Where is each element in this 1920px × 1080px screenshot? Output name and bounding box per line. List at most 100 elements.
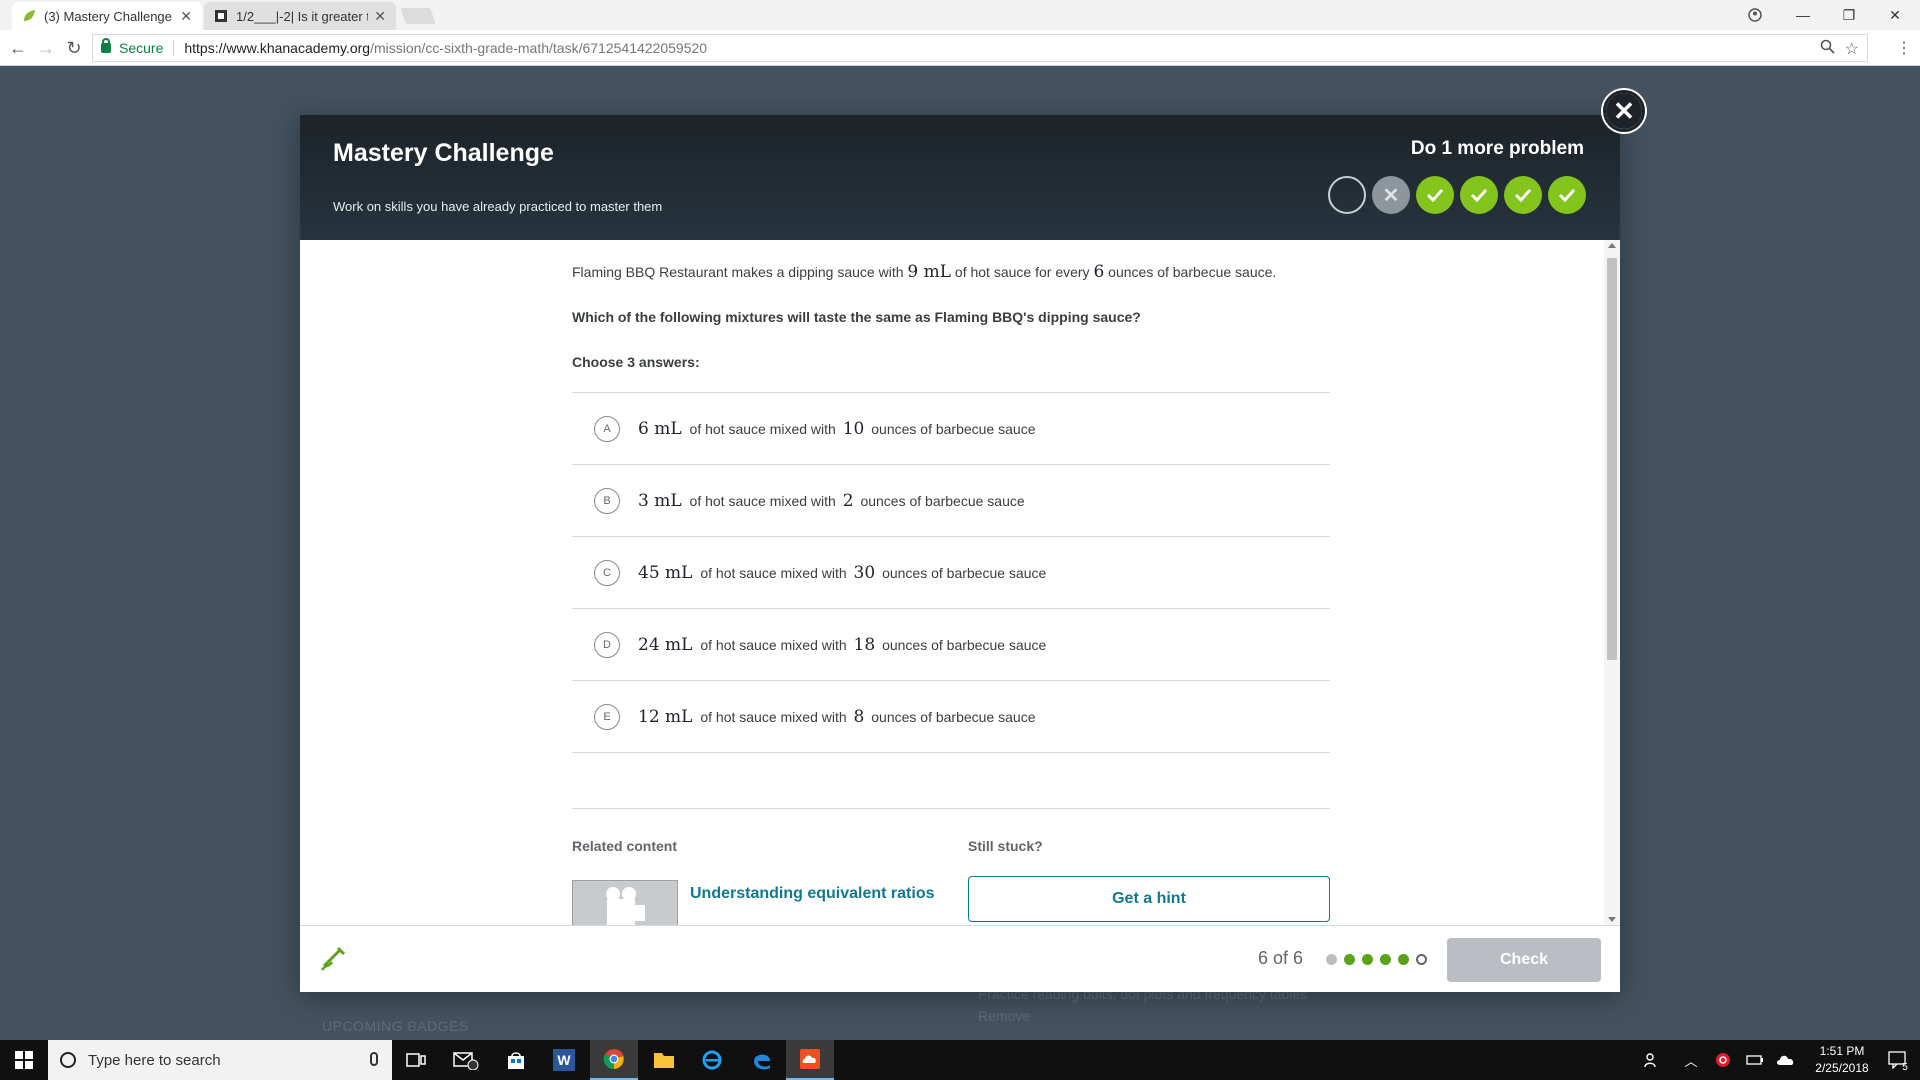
internet-explorer-icon[interactable] <box>688 1040 736 1080</box>
question-part: of hot sauce for every <box>954 264 1090 280</box>
profile-icon[interactable] <box>1732 0 1778 30</box>
task-view-icon[interactable] <box>392 1040 440 1080</box>
question-text: Flaming BBQ Restaurant makes a dipping s… <box>572 262 1276 282</box>
clock-date: 2/25/2018 <box>1815 1061 1869 1075</box>
modal-subtitle: Work on skills you have already practice… <box>333 199 663 214</box>
choice-oz: 8 <box>853 706 865 727</box>
question-part: Flaming BBQ Restaurant makes a dipping s… <box>572 264 904 280</box>
onedrive-cloud-icon[interactable] <box>1774 1040 1798 1080</box>
restore-icon[interactable]: ❐ <box>1826 0 1872 30</box>
lock-icon <box>101 38 111 53</box>
minimize-icon[interactable]: — <box>1780 0 1826 30</box>
url-host: https://www.khanacademy.org <box>184 40 371 56</box>
secure-label: Secure <box>119 40 164 56</box>
related-video-link[interactable]: Understanding equivalent ratios <box>690 885 934 903</box>
url-field[interactable]: Secure https://www.khanacademy.org/missi… <box>92 34 1868 62</box>
browser-menu-icon[interactable]: ⋮ <box>1896 38 1912 58</box>
address-bar: ← → ↻ Secure https://www.khanacademy.org… <box>0 30 1920 66</box>
omnibox-actions: ☆ <box>1820 39 1859 59</box>
scratchpad-pencil-icon[interactable] <box>318 944 348 974</box>
choice-oz: 2 <box>842 490 854 511</box>
brainly-icon <box>214 9 228 23</box>
choice-ml: 24 mL <box>638 634 693 655</box>
answer-choice-e[interactable]: E 12 mL of hot sauce mixed with 8 ounces… <box>572 681 1330 753</box>
scroll-thumb[interactable] <box>1607 258 1617 660</box>
choice-mid: of hot sauce mixed with <box>689 420 836 437</box>
progress-circles: ✕ <box>1328 176 1586 214</box>
new-tab-button[interactable] <box>400 8 436 24</box>
tab-title: 1/2___|-2| Is it greater tha <box>236 8 368 24</box>
window-close-icon[interactable]: ✕ <box>1872 0 1918 30</box>
modal-body: Flaming BBQ Restaurant makes a dipping s… <box>300 240 1620 925</box>
store-icon[interactable] <box>492 1040 540 1080</box>
beats-icon[interactable] <box>1712 1040 1734 1080</box>
battery-icon[interactable] <box>1744 1040 1766 1080</box>
reload-icon[interactable]: ↻ <box>62 36 86 60</box>
choice-tail: ounces of barbecue sauce <box>860 492 1025 509</box>
camera-body <box>607 899 635 925</box>
choice-mid: of hot sauce mixed with <box>700 636 847 653</box>
scroll-up-icon[interactable] <box>1608 243 1616 248</box>
modal-close-button[interactable]: ✕ <box>1603 90 1645 132</box>
tab-absolute-value[interactable]: 1/2___|-2| Is it greater tha ✕ <box>204 2 396 30</box>
problem-dot <box>1344 954 1355 965</box>
check-button[interactable]: Check <box>1447 938 1601 982</box>
choice-text: 12 mL of hot sauce mixed with 8 ounces o… <box>638 707 1035 727</box>
background-remove-link: Remove <box>978 1008 1031 1024</box>
answer-choice-c[interactable]: C 45 mL of hot sauce mixed with 30 ounce… <box>572 537 1330 609</box>
tab-mastery-challenge[interactable]: (3) Mastery Challenge | D ✕ <box>12 2 202 30</box>
mastery-challenge-modal: Mastery Challenge Work on skills you hav… <box>300 115 1620 992</box>
modal-scrollbar[interactable] <box>1604 240 1620 925</box>
secure-indicator[interactable]: Secure <box>101 38 164 56</box>
question-math: 9 mL <box>907 262 952 282</box>
cortana-icon <box>60 1052 76 1068</box>
choice-letter: C <box>594 559 620 586</box>
problem-dots <box>1326 954 1427 965</box>
windows-start-icon[interactable] <box>0 1040 48 1080</box>
tray-chevron-up-icon[interactable]: ︿ <box>1680 1040 1702 1080</box>
mail-icon[interactable] <box>442 1040 490 1080</box>
choice-letter: A <box>594 415 620 442</box>
get-hint-button[interactable]: Get a hint <box>968 876 1330 922</box>
forward-arrow-icon[interactable]: → <box>34 36 58 60</box>
back-arrow-icon[interactable]: ← <box>6 36 30 60</box>
choice-tail: ounces of barbecue sauce <box>882 636 1047 653</box>
choice-letter: D <box>594 631 620 658</box>
edge-icon[interactable] <box>738 1040 786 1080</box>
url-path: /mission/cc-sixth-grade-math/task/671254… <box>370 40 708 56</box>
choice-ml: 45 mL <box>638 562 693 583</box>
video-thumbnail[interactable] <box>572 880 678 925</box>
tab-close-icon[interactable]: ✕ <box>180 8 192 25</box>
answer-choice-d[interactable]: D 24 mL of hot sauce mixed with 18 ounce… <box>572 609 1330 681</box>
system-clock[interactable]: 1:51 PM 2/25/2018 <box>1806 1043 1878 1077</box>
upcoming-badges-heading: UPCOMING BADGES <box>322 1018 469 1034</box>
zoom-icon[interactable] <box>1820 39 1835 59</box>
remaining-status: Do 1 more problem <box>1410 138 1584 159</box>
progress-check-icon <box>1504 176 1542 214</box>
choice-text: 45 mL of hot sauce mixed with 30 ounces … <box>638 563 1046 583</box>
word-icon[interactable]: W <box>540 1040 588 1080</box>
onedrive-app-icon[interactable] <box>786 1040 834 1080</box>
action-center-icon[interactable]: 5 <box>1880 1040 1916 1080</box>
microphone-icon[interactable] <box>370 1052 378 1066</box>
scroll-down-icon[interactable] <box>1608 917 1616 922</box>
choice-mid: of hot sauce mixed with <box>700 708 847 725</box>
problem-dot <box>1380 954 1391 965</box>
choice-letter: E <box>594 703 620 730</box>
choice-ml: 6 mL <box>638 418 682 439</box>
camera-lens <box>635 905 645 921</box>
taskbar-search-input[interactable]: Type here to search <box>48 1040 392 1080</box>
chrome-icon[interactable] <box>590 1040 638 1080</box>
svg-text:W: W <box>557 1052 571 1068</box>
section-divider <box>572 808 1330 809</box>
choice-letter: B <box>594 487 620 514</box>
bookmark-star-icon[interactable]: ☆ <box>1845 39 1859 59</box>
choice-ml: 3 mL <box>638 490 682 511</box>
search-placeholder: Type here to search <box>88 1051 221 1069</box>
tab-close-icon[interactable]: ✕ <box>374 8 386 25</box>
file-explorer-icon[interactable] <box>640 1040 688 1080</box>
answer-choice-b[interactable]: B 3 mL of hot sauce mixed with 2 ounces … <box>572 465 1330 537</box>
answer-choice-a[interactable]: A 6 mL of hot sauce mixed with 10 ounces… <box>572 393 1330 465</box>
people-icon[interactable] <box>1640 1040 1664 1080</box>
khan-leaf-icon <box>22 9 36 23</box>
